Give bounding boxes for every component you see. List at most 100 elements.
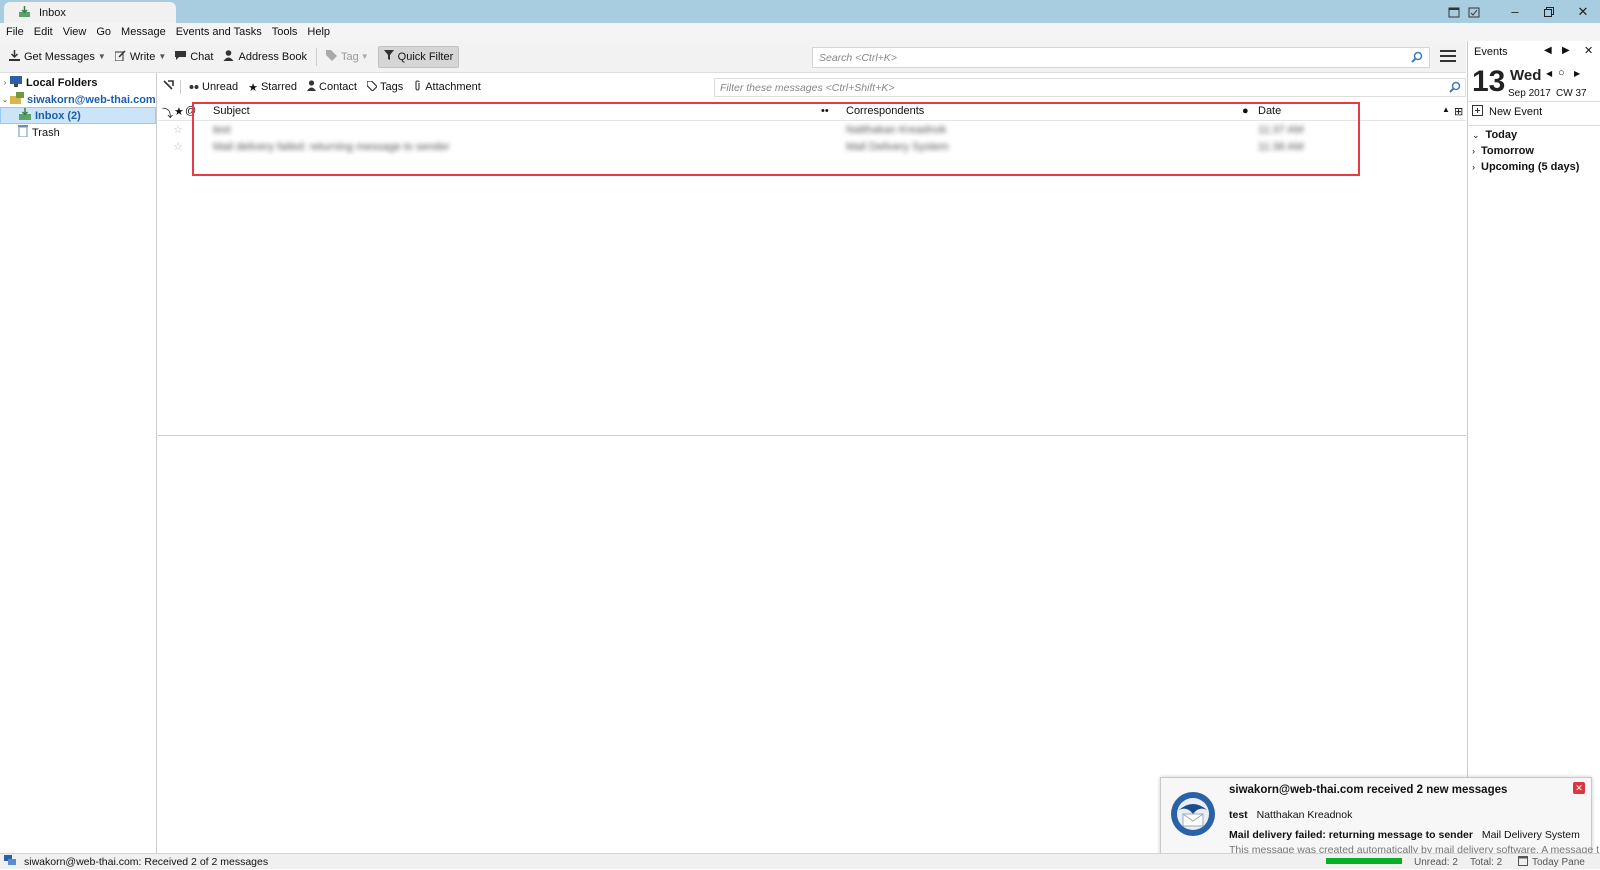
- unread-icon: [189, 81, 199, 93]
- chevron-down-icon[interactable]: ⌄: [0, 95, 10, 104]
- online-status-icon[interactable]: [4, 854, 16, 869]
- person-icon: [223, 49, 234, 64]
- address-book-label: Address Book: [238, 50, 307, 63]
- global-search-input[interactable]: Search <Ctrl+K>: [812, 47, 1430, 68]
- account-icon: [10, 92, 24, 107]
- today-pane-toggle[interactable]: Today Pane: [1518, 854, 1585, 870]
- tab-label: Inbox: [39, 6, 66, 19]
- filter-tags-button[interactable]: Tags: [366, 79, 404, 94]
- progress-bar: [1326, 858, 1402, 864]
- chat-button[interactable]: Chat: [170, 46, 218, 68]
- sticky-filter-icon[interactable]: [162, 79, 174, 95]
- get-messages-button[interactable]: Get Messages: [4, 46, 100, 68]
- new-event-button[interactable]: New Event: [1472, 105, 1542, 119]
- filter-unread-label: Unread: [202, 81, 239, 93]
- new-event-icon: [1472, 105, 1483, 119]
- notification-message-2: Mail delivery failed: returning message …: [1229, 829, 1580, 841]
- search-icon[interactable]: [1411, 51, 1423, 66]
- filter-unread-button[interactable]: Unread: [189, 81, 238, 93]
- star-column-icon[interactable]: ★: [174, 105, 184, 118]
- filter-contact-button[interactable]: Contact: [307, 80, 357, 94]
- tag-icon: [325, 49, 337, 64]
- status-text: siwakorn@web-thai.com: Received 2 of 2 m…: [24, 855, 269, 868]
- quick-filter-button[interactable]: Quick Filter: [377, 45, 460, 68]
- filter-messages-input[interactable]: Filter these messages <Ctrl+Shift+K>: [714, 78, 1466, 97]
- previous-icon[interactable]: ◀: [1544, 45, 1552, 56]
- quick-filter-label: Quick Filter: [397, 50, 454, 63]
- thread-column-icon[interactable]: ⤵: [162, 105, 173, 121]
- folder-trash[interactable]: Trash: [0, 124, 156, 141]
- folder-label: siwakorn@web-thai.com: [27, 93, 156, 106]
- close-notification-icon[interactable]: ✕: [1573, 782, 1585, 794]
- app-menu-icon[interactable]: [1440, 50, 1456, 64]
- previous-day-icon[interactable]: ◀: [1546, 69, 1552, 78]
- notification-sender: Natthakan Kreadnok: [1256, 809, 1353, 821]
- calendar-week: CW 37: [1556, 88, 1587, 99]
- menu-events-and-tasks[interactable]: Events and Tasks: [176, 26, 262, 38]
- section-label: Tomorrow: [1481, 145, 1534, 157]
- sort-ascending-icon[interactable]: ▲: [1442, 105, 1450, 114]
- paperclip-icon: [413, 80, 422, 94]
- notification-title: siwakorn@web-thai.com received 2 new mes…: [1229, 784, 1508, 796]
- section-upcoming[interactable]: › Upcoming (5 days): [1472, 161, 1579, 173]
- address-book-button[interactable]: Address Book: [218, 46, 311, 68]
- thunderbird-logo-icon: [1169, 790, 1217, 838]
- folder-inbox[interactable]: Inbox (2): [0, 107, 156, 124]
- chevron-down-icon: ⌄: [1472, 129, 1480, 140]
- inbox-icon: [19, 108, 31, 123]
- tag-button[interactable]: Tag ▼: [321, 46, 378, 68]
- menu-view[interactable]: View: [63, 26, 87, 38]
- menu-tools[interactable]: Tools: [272, 26, 298, 38]
- write-button[interactable]: Write: [110, 46, 160, 68]
- close-window-button[interactable]: ✕: [1566, 0, 1600, 23]
- column-picker-icon[interactable]: ⊞: [1454, 105, 1463, 118]
- day-number: 13: [1472, 65, 1506, 98]
- menu-help[interactable]: Help: [307, 26, 330, 38]
- today-pane: Events ◀ ▶ ✕ 13 Wed ◀ ○ ▶ Sep 2017 CW 37…: [1467, 41, 1600, 853]
- today-icon[interactable]: ○: [1558, 67, 1565, 79]
- section-tomorrow[interactable]: › Tomorrow: [1472, 145, 1534, 157]
- menu-edit[interactable]: Edit: [34, 26, 53, 38]
- notification-message-1: test Natthakan Kreadnok: [1229, 809, 1352, 821]
- today-pane-title: Events: [1474, 45, 1508, 58]
- calendar-tab-icon[interactable]: [1444, 2, 1464, 22]
- star-icon[interactable]: ☆: [173, 123, 183, 136]
- write-dropdown-icon[interactable]: ▼: [158, 52, 166, 61]
- section-today[interactable]: ⌄ Today: [1472, 129, 1517, 141]
- close-icon[interactable]: ✕: [1584, 44, 1593, 57]
- chevron-right-icon[interactable]: ›: [0, 78, 10, 87]
- filter-starred-button[interactable]: ★ Starred: [248, 81, 297, 94]
- menu-message[interactable]: Message: [121, 26, 166, 38]
- calendar-icon: [1518, 855, 1528, 869]
- filter-icon: [383, 50, 394, 63]
- restore-button[interactable]: [1532, 0, 1566, 23]
- tag-dropdown-icon: ▼: [360, 52, 369, 61]
- filter-tags-label: Tags: [379, 81, 404, 93]
- folder-account[interactable]: ⌄ siwakorn@web-thai.com: [0, 91, 156, 108]
- next-icon[interactable]: ▶: [1562, 45, 1570, 56]
- star-icon[interactable]: ☆: [173, 140, 183, 153]
- chevron-right-icon: ›: [1472, 162, 1475, 172]
- search-icon[interactable]: [1449, 81, 1461, 96]
- folder-label: Trash: [32, 126, 60, 139]
- get-messages-dropdown-icon[interactable]: ▼: [98, 52, 106, 61]
- next-day-icon[interactable]: ▶: [1574, 69, 1580, 78]
- menu-go[interactable]: Go: [96, 26, 111, 38]
- menu-file[interactable]: File: [6, 26, 24, 38]
- filter-attachment-button[interactable]: Attachment: [413, 80, 481, 94]
- filter-attachment-label: Attachment: [425, 81, 481, 93]
- toolbar-separator: [315, 47, 317, 66]
- minimize-button[interactable]: –: [1498, 0, 1532, 23]
- new-mail-notification[interactable]: siwakorn@web-thai.com received 2 new mes…: [1160, 777, 1600, 861]
- pencil-icon: [114, 49, 126, 64]
- chevron-right-icon: ›: [1472, 146, 1475, 156]
- divider: [1468, 125, 1600, 126]
- download-icon: [9, 49, 20, 64]
- filter-separator: [180, 80, 181, 94]
- folder-local-folders[interactable]: › Local Folders: [0, 74, 156, 91]
- filter-placeholder: Filter these messages <Ctrl+Shift+K>: [720, 81, 895, 94]
- new-event-label: New Event: [1489, 106, 1543, 118]
- month-year: Sep 2017: [1508, 88, 1551, 99]
- tab-inbox[interactable]: Inbox: [4, 2, 176, 23]
- tasks-tab-icon[interactable]: [1464, 2, 1484, 22]
